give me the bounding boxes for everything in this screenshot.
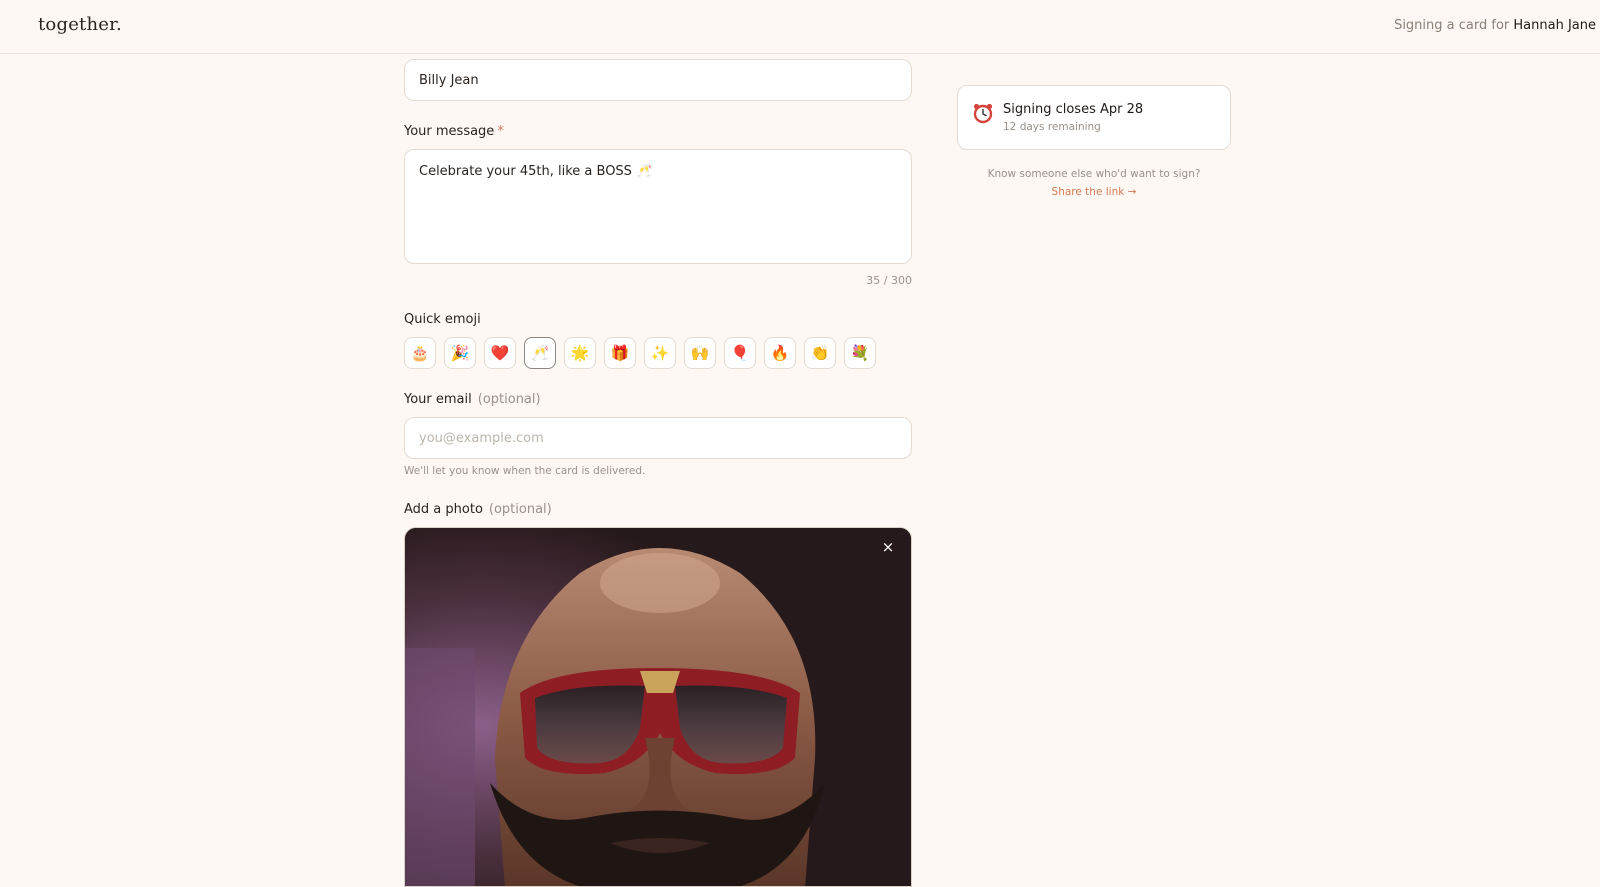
email-input[interactable]: you@example.com <box>404 417 912 459</box>
message-textarea[interactable]: Celebrate your 45th, like a BOSS 🥂 <box>404 149 912 264</box>
emoji-button-party[interactable]: 🎉 <box>444 337 476 369</box>
emoji-button-bouquet[interactable]: 💐 <box>844 337 876 369</box>
clock-bell-left <box>973 103 980 110</box>
days-remaining: 12 days remaining <box>1003 121 1101 133</box>
signing-prefix: Signing a card for <box>1394 18 1510 33</box>
emoji-button-heart[interactable]: ❤️ <box>484 337 516 369</box>
alarm-clock-icon <box>973 103 993 124</box>
clock-bell-right <box>986 103 993 110</box>
email-optional-text: (optional) <box>477 392 541 407</box>
photo-preview: × <box>404 527 912 887</box>
email-label-text: Your email <box>404 392 472 407</box>
photo-sunglasses-bridge <box>640 671 680 693</box>
emoji-button-sparkles[interactable]: ✨ <box>644 337 676 369</box>
name-input[interactable]: Billy Jean <box>404 59 912 101</box>
email-placeholder: you@example.com <box>419 430 544 446</box>
share-link[interactable]: Share the link → <box>957 186 1231 198</box>
quick-emoji-row: 🎂 🎉 ❤️ 🥂 🌟 🎁 ✨ 🙌 🎈 🔥 👏 💐 <box>404 337 876 369</box>
email-label: Your email (optional) <box>404 392 541 407</box>
photo-label-text: Add a photo <box>404 502 483 517</box>
photo-label: Add a photo (optional) <box>404 502 552 517</box>
emoji-button-cake[interactable]: 🎂 <box>404 337 436 369</box>
message-value: Celebrate your 45th, like a BOSS 🥂 <box>419 164 653 179</box>
emoji-button-star[interactable]: 🌟 <box>564 337 596 369</box>
emoji-button-clap[interactable]: 👏 <box>804 337 836 369</box>
email-helper-text: We'll let you know when the card is deli… <box>404 465 646 477</box>
message-label: Your message * <box>404 124 504 139</box>
emoji-button-balloon[interactable]: 🎈 <box>724 337 756 369</box>
signing-closes-title: Signing closes Apr 28 <box>1003 102 1144 117</box>
photo-optional-text: (optional) <box>488 502 552 517</box>
recipient-name: Hannah Jane <box>1513 18 1596 33</box>
logo[interactable]: together. <box>38 14 122 35</box>
remove-photo-button[interactable]: × <box>879 538 897 556</box>
name-input-value: Billy Jean <box>419 72 479 88</box>
emoji-button-cheers[interactable]: 🥂 <box>524 337 556 369</box>
emoji-button-raised-hands[interactable]: 🙌 <box>684 337 716 369</box>
character-counter: 35 / 300 <box>866 274 912 287</box>
deadline-card: Signing closes Apr 28 12 days remaining <box>957 85 1231 150</box>
quick-emoji-label: Quick emoji <box>404 312 481 327</box>
emoji-button-gift[interactable]: 🎁 <box>604 337 636 369</box>
top-bar: together. Signing a card for Hannah Jane <box>0 0 1600 54</box>
emoji-button-fire[interactable]: 🔥 <box>764 337 796 369</box>
uploaded-photo <box>405 528 911 886</box>
photo-head-highlight <box>600 553 720 613</box>
share-question: Know someone else who'd want to sign? <box>987 168 1201 180</box>
signing-for-text: Signing a card for Hannah Jane <box>1394 18 1596 33</box>
photo-background-panel <box>405 648 475 886</box>
message-label-text: Your message <box>404 124 495 139</box>
required-marker: * <box>497 124 504 139</box>
